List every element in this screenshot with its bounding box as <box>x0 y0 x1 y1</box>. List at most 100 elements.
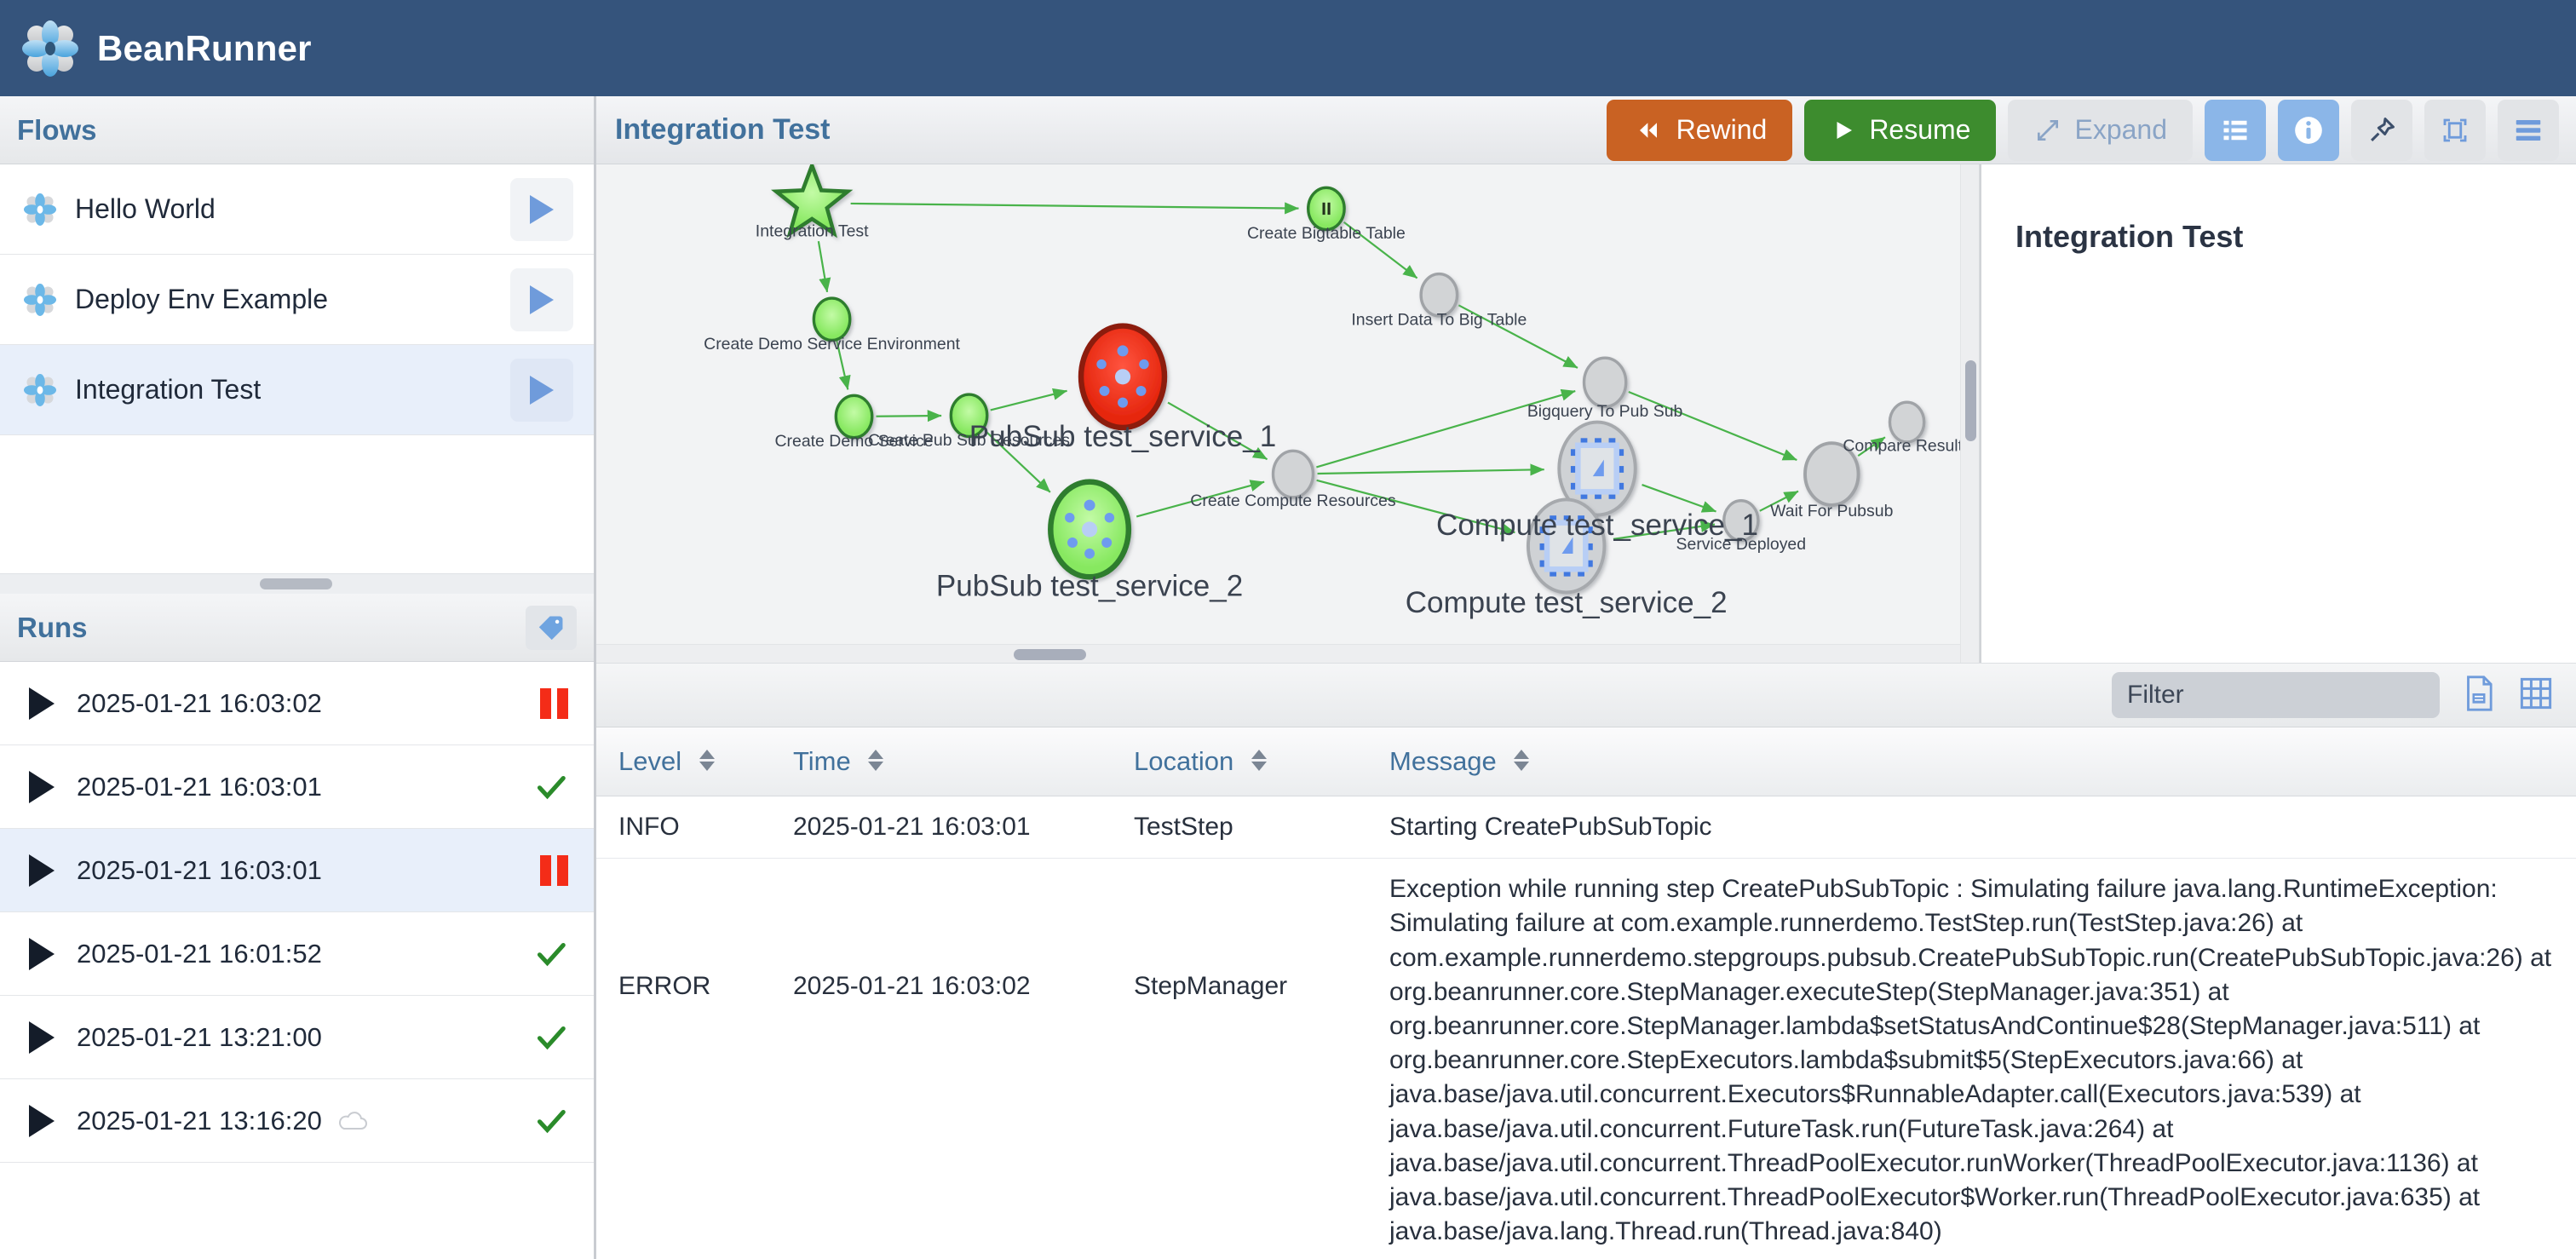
runs-panel-title: Runs <box>17 612 88 644</box>
run-item[interactable]: 2025-01-21 16:03:01 <box>0 745 594 829</box>
graph-row: Integration TestCreate Bigtable TableCre… <box>596 164 2576 663</box>
scrollbar-thumb[interactable] <box>1014 649 1086 660</box>
left-sidebar: Flows Hello World <box>0 96 596 1259</box>
rewind-label: Rewind <box>1676 114 1768 146</box>
run-timestamp: 2025-01-21 16:03:01 <box>77 855 322 886</box>
cell-location: StepManager <box>1112 859 1367 1259</box>
graph-node-label: Bigquery To Pub Sub <box>1527 402 1683 421</box>
column-label: Time <box>793 746 851 776</box>
detail-panel-title: Integration Test <box>2015 219 2542 255</box>
column-label: Location <box>1134 746 1233 776</box>
graph-node-computeres[interactable] <box>1274 451 1314 497</box>
run-item[interactable]: 2025-01-21 16:03:01 <box>0 829 594 912</box>
status-badge <box>534 939 568 969</box>
expand-arrows-icon <box>2033 117 2062 144</box>
cell-level: INFO <box>596 796 771 859</box>
play-icon <box>29 1105 55 1137</box>
flow-item-deploy-env-example[interactable]: Deploy Env Example <box>0 255 594 345</box>
play-icon <box>29 938 55 970</box>
flower-logo-icon <box>22 20 78 77</box>
cell-time: 2025-01-21 16:03:01 <box>771 796 1112 859</box>
play-icon <box>29 771 55 803</box>
status-badge <box>534 772 568 802</box>
flow-graph-canvas[interactable]: Integration TestCreate Bigtable TableCre… <box>596 164 1979 629</box>
flows-panel-title: Flows <box>17 114 97 147</box>
table-header-row: Level Time Location Message <box>596 727 2576 796</box>
rewind-icon <box>1632 118 1665 143</box>
resume-button[interactable]: Resume <box>1804 100 1996 161</box>
check-icon <box>534 939 568 969</box>
page-title: Integration Test <box>615 113 831 147</box>
column-header-time[interactable]: Time <box>771 727 1112 796</box>
graph-edge <box>876 416 941 417</box>
grid-table-icon[interactable] <box>2518 675 2554 716</box>
column-header-location[interactable]: Location <box>1112 727 1367 796</box>
flows-panel-header: Flows <box>0 96 594 164</box>
graph-node-label: PubSub test_service_1 <box>969 420 1276 453</box>
run-item[interactable]: 2025-01-21 16:03:02 <box>0 662 594 745</box>
graph-vertical-scrollbar[interactable] <box>1960 164 1979 663</box>
pin-icon[interactable] <box>2351 100 2412 161</box>
log-table: Level Time Location Message <box>596 727 2576 1259</box>
status-badge <box>540 688 568 719</box>
graph-edges <box>819 204 1885 539</box>
flow-run-button[interactable] <box>510 268 573 331</box>
graph-node-bqpubsub[interactable] <box>1584 358 1626 406</box>
fit-screen-icon[interactable] <box>2424 100 2486 161</box>
play-icon <box>29 1021 55 1054</box>
run-item[interactable]: 2025-01-21 13:16:20 <box>0 1079 594 1163</box>
run-item[interactable]: 2025-01-21 13:21:00 <box>0 996 594 1079</box>
flows-horizontal-scrollbar[interactable] <box>0 573 594 594</box>
status-badge <box>534 1022 568 1053</box>
graph-horizontal-scrollbar[interactable] <box>596 644 1960 663</box>
rewind-button[interactable]: Rewind <box>1607 100 1793 161</box>
detail-panel: Integration Test <box>1980 164 2576 663</box>
info-icon[interactable] <box>2278 100 2339 161</box>
log-filter-bar <box>596 663 2576 727</box>
flow-item-hello-world[interactable]: Hello World <box>0 164 594 255</box>
hamburger-menu-icon[interactable] <box>2498 100 2559 161</box>
scrollbar-thumb[interactable] <box>1965 360 1976 441</box>
cell-location: TestStep <box>1112 796 1367 859</box>
graph-node-ps2[interactable] <box>1050 482 1129 578</box>
scrollbar-thumb[interactable] <box>260 578 332 589</box>
main-toolbar: Integration Test Rewind Resume <box>596 96 2576 164</box>
runs-panel: Runs 2025-01-21 16:03:02 <box>0 594 594 1259</box>
run-item[interactable]: 2025-01-21 16:01:52 <box>0 912 594 996</box>
column-label: Level <box>618 746 681 776</box>
resume-label: Resume <box>1869 114 1970 146</box>
run-timestamp: 2025-01-21 13:21:00 <box>77 1022 322 1053</box>
table-row[interactable]: ERROR 2025-01-21 16:03:02 StepManager Ex… <box>596 859 2576 1259</box>
graph-node-label: Create Bigtable Table <box>1247 224 1406 243</box>
flower-icon <box>24 374 56 406</box>
play-icon <box>530 376 554 405</box>
tag-icon[interactable] <box>526 606 577 650</box>
pause-bars-icon <box>540 855 568 886</box>
expand-button[interactable]: Expand <box>2008 100 2193 161</box>
graph-node-ps1[interactable] <box>1081 326 1164 428</box>
run-timestamp: 2025-01-21 16:03:02 <box>77 688 322 719</box>
flow-item-label: Integration Test <box>75 374 261 405</box>
check-icon <box>534 1022 568 1053</box>
sort-arrows-icon <box>1514 750 1529 771</box>
filter-input[interactable] <box>2112 672 2440 718</box>
flow-run-button[interactable] <box>510 359 573 422</box>
table-row[interactable]: INFO 2025-01-21 16:03:01 TestStep Starti… <box>596 796 2576 859</box>
expand-label: Expand <box>2074 114 2167 146</box>
runs-list: 2025-01-21 16:03:02 2025-01-21 16:03:01 … <box>0 662 594 1259</box>
flow-graph-panel[interactable]: Integration TestCreate Bigtable TableCre… <box>596 164 1980 663</box>
flows-list: Hello World Deploy Env Example <box>0 164 594 573</box>
list-view-icon[interactable] <box>2205 100 2266 161</box>
log-table-area[interactable]: Level Time Location Message <box>596 727 2576 1259</box>
column-header-message[interactable]: Message <box>1367 727 2576 796</box>
flow-item-integration-test[interactable]: Integration Test <box>0 345 594 435</box>
export-file-icon[interactable] <box>2462 675 2496 716</box>
cell-level: ERROR <box>596 859 771 1259</box>
column-label: Message <box>1389 746 1497 776</box>
column-header-level[interactable]: Level <box>596 727 771 796</box>
flow-run-button[interactable] <box>510 178 573 241</box>
status-badge <box>534 1106 568 1136</box>
cell-time: 2025-01-21 16:03:02 <box>771 859 1112 1259</box>
runs-panel-header: Runs <box>0 594 594 662</box>
pause-bars-icon <box>540 688 568 719</box>
